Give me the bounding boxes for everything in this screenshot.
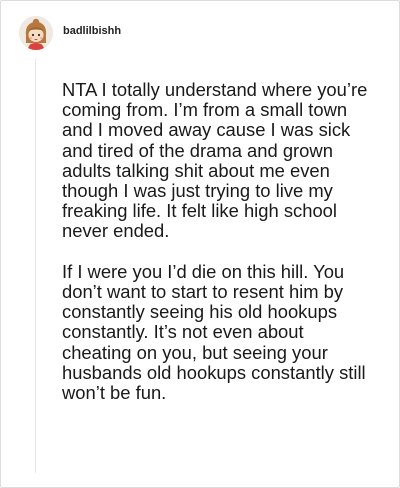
comment-paragraph: NTA I totally understand where you’re co… (62, 79, 368, 242)
comment-paragraph: If I were you I’d die on this hill. You … (62, 260, 366, 404)
comment-body: NTA I totally understand where you’re co… (62, 79, 374, 423)
thread-line[interactable] (35, 59, 36, 473)
username[interactable]: badlilbishh (63, 25, 121, 37)
cartoon-girl-avatar-icon (19, 16, 53, 50)
comment-card: badlilbishh NTA I totally understand whe… (0, 0, 400, 488)
comment-header: badlilbishh (19, 15, 121, 51)
user-avatar[interactable] (19, 16, 53, 50)
